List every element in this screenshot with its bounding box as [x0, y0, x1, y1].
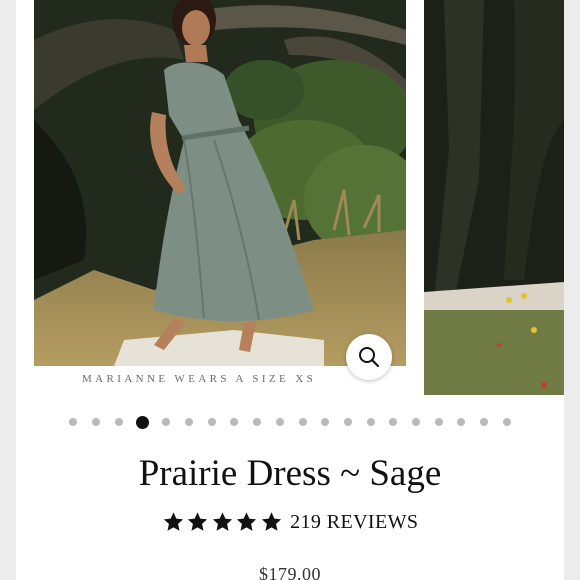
- pagination-dot[interactable]: [185, 418, 194, 426]
- pagination-dot[interactable]: [434, 418, 443, 426]
- pagination-dot[interactable]: [389, 418, 398, 426]
- pagination-dot[interactable]: [321, 418, 330, 426]
- gallery-pagination-dots: [16, 412, 564, 432]
- pagination-dot[interactable]: [298, 418, 307, 426]
- pagination-dot[interactable]: [114, 418, 123, 426]
- reviews-link[interactable]: 219 REVIEWS: [290, 511, 418, 534]
- pagination-dot[interactable]: [230, 418, 239, 426]
- star-icon: [163, 512, 183, 531]
- pagination-dot[interactable]: [69, 418, 78, 426]
- image-caption: MARIANNE WEARS A SIZE XS: [82, 373, 317, 385]
- pagination-dot-active[interactable]: [136, 415, 150, 429]
- pagination-dot[interactable]: [253, 418, 262, 426]
- pagination-dot[interactable]: [162, 418, 171, 426]
- pagination-dot[interactable]: [343, 418, 352, 426]
- product-image-gallery[interactable]: MARIANNE WEARS A SIZE XS: [16, 0, 564, 400]
- pagination-dot[interactable]: [207, 418, 216, 426]
- star-icon: [236, 512, 257, 531]
- product-title: Prairie Dress ~ Sage: [138, 453, 442, 494]
- star-icon: [212, 512, 232, 531]
- pagination-dot[interactable]: [411, 418, 420, 426]
- pagination-dot[interactable]: [92, 418, 100, 426]
- product-image-main[interactable]: [34, 0, 406, 366]
- rating-stars[interactable]: [162, 511, 285, 533]
- product-price: $179.00: [259, 564, 321, 580]
- pagination-dot[interactable]: [366, 418, 375, 426]
- pagination-dot[interactable]: [457, 418, 466, 426]
- star-icon: [187, 512, 208, 531]
- star-icon: [261, 512, 281, 531]
- product-rating: 219 REVIEWS: [16, 508, 564, 536]
- pagination-dot[interactable]: [275, 418, 284, 426]
- search-icon: [359, 347, 380, 368]
- product-page: MARIANNE WEARS A SIZE XS Prairie Dress ~…: [16, 0, 564, 580]
- pagination-dot[interactable]: [480, 418, 488, 426]
- pagination-dot[interactable]: [502, 418, 511, 426]
- product-image-next[interactable]: [424, 0, 564, 395]
